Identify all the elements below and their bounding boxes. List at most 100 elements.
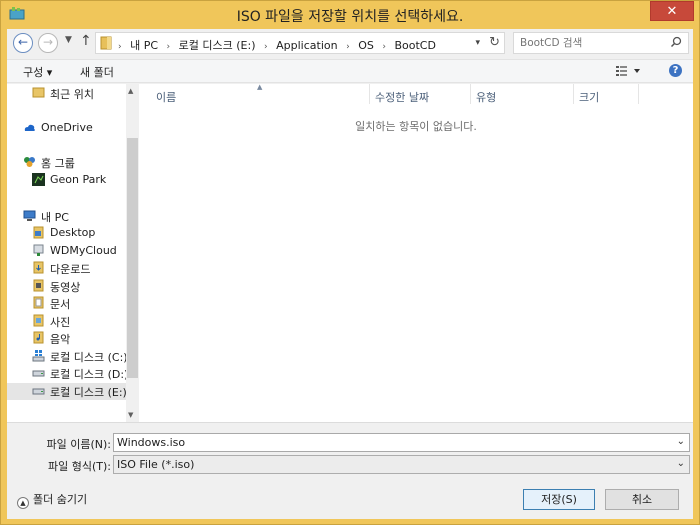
new-folder-button[interactable]: 새 폴더 xyxy=(80,64,114,80)
videos-folder-icon xyxy=(33,279,44,292)
hard-drive-icon xyxy=(32,370,45,377)
scroll-up-icon[interactable]: ▲ xyxy=(128,87,133,95)
refresh-icon[interactable]: ↻ xyxy=(489,35,500,50)
nav-item-drive-e[interactable]: 로컬 디스크 (E:) xyxy=(7,383,139,400)
breadcrumb-item[interactable]: OS xyxy=(358,39,374,52)
nav-item-label: 사진 xyxy=(50,316,71,329)
close-button[interactable]: ✕ xyxy=(650,1,694,21)
nav-item-label: 로컬 디스크 (C:) xyxy=(50,351,128,364)
filename-label: 파일 이름(N): xyxy=(46,438,112,451)
breadcrumb-item[interactable]: Application xyxy=(276,39,337,52)
nav-item-label: Desktop xyxy=(50,226,96,239)
music-folder-icon xyxy=(33,331,44,344)
nav-item-label: 최근 위치 xyxy=(50,88,94,101)
nav-item-label: 동영상 xyxy=(50,281,81,294)
onedrive-icon xyxy=(24,124,35,131)
nav-item-onedrive[interactable]: OneDrive xyxy=(7,120,127,137)
scroll-down-icon[interactable]: ▼ xyxy=(128,411,133,419)
nav-item-label: 문서 xyxy=(50,298,71,311)
chevron-down-icon[interactable]: ⌄ xyxy=(677,458,685,469)
search-input[interactable] xyxy=(520,36,660,50)
nav-item-drive-d[interactable]: 로컬 디스크 (D:) xyxy=(7,365,129,382)
chevron-down-icon[interactable]: ⌄ xyxy=(677,436,685,447)
breadcrumb-separator: › xyxy=(264,42,268,52)
desktop-folder-icon xyxy=(33,226,44,239)
filetype-select[interactable]: ISO File (*.iso) ⌄ xyxy=(113,455,690,474)
column-header-date[interactable]: 수정한 날짜 xyxy=(375,89,429,105)
nav-item-homegroup[interactable]: 홈 그룹 xyxy=(7,154,127,171)
search-box[interactable] xyxy=(513,32,689,54)
downloads-folder-icon xyxy=(33,261,44,274)
filetype-value[interactable]: ISO File (*.iso) xyxy=(117,458,194,471)
folder-icon xyxy=(100,36,112,50)
nav-item-videos[interactable]: 동영상 xyxy=(7,278,127,295)
save-dialog-window: ISO 파일을 저장할 위치를 선택하세요. ✕ ← → ▼ ↑ › 내 PC … xyxy=(0,0,700,525)
nav-item-downloads[interactable]: 다운로드 xyxy=(7,260,127,277)
nav-item-desktop[interactable]: Desktop xyxy=(7,225,127,242)
system-drive-icon xyxy=(32,350,45,362)
hard-drive-icon xyxy=(32,388,45,395)
column-header-size[interactable]: 크기 xyxy=(579,89,599,105)
command-bar: 구성 ▾ 새 폴더 ? xyxy=(7,59,693,83)
nav-scrollbar-thumb[interactable] xyxy=(127,138,138,378)
nav-item-user[interactable]: Geon Park xyxy=(7,172,127,189)
nav-item-music[interactable]: 음악 xyxy=(7,330,127,347)
breadcrumb-separator: › xyxy=(346,42,350,52)
nav-item-this-pc[interactable]: 내 PC xyxy=(7,208,127,225)
nav-item-drive-c[interactable]: 로컬 디스크 (C:) xyxy=(7,348,128,365)
nav-item-label: Geon Park xyxy=(50,173,107,186)
filename-field[interactable]: Windows.iso ⌄ xyxy=(113,433,690,452)
nav-item-label: 내 PC xyxy=(41,211,69,224)
forward-button[interactable]: → xyxy=(38,33,58,53)
pictures-folder-icon xyxy=(33,314,44,327)
back-button[interactable]: ← xyxy=(13,33,33,53)
sort-ascending-icon: ▲ xyxy=(257,83,263,91)
help-icon[interactable]: ? xyxy=(669,64,682,77)
window-title: ISO 파일을 저장할 위치를 선택하세요. xyxy=(236,9,464,25)
nav-item-label: OneDrive xyxy=(41,121,93,134)
collapse-up-icon[interactable]: ▲ xyxy=(17,497,29,509)
nav-scrollbar[interactable]: ▲ ▼ xyxy=(126,84,139,422)
breadcrumb-item[interactable]: 로컬 디스크 (E:) xyxy=(179,39,256,52)
column-divider[interactable] xyxy=(470,84,471,104)
nav-item-label: 로컬 디스크 (E:) xyxy=(50,386,127,399)
nav-item-documents[interactable]: 문서 xyxy=(7,295,127,312)
file-list[interactable]: 이름 ▲ 수정한 날짜 유형 크기 일치하는 항목이 없습니다. xyxy=(139,83,693,422)
column-divider[interactable] xyxy=(573,84,574,104)
up-arrow-icon[interactable]: ↑ xyxy=(80,33,92,49)
nav-item-wdmycloud[interactable]: WDMyCloud xyxy=(7,243,127,260)
dialog-body: ← → ▼ ↑ › 내 PC › 로컬 디스크 (E:) › Applicati… xyxy=(7,29,693,519)
this-pc-icon xyxy=(23,210,36,221)
column-divider[interactable] xyxy=(638,84,639,104)
nav-item-label: 홈 그룹 xyxy=(41,157,75,170)
address-bar[interactable]: › 내 PC › 로컬 디스크 (E:) › Application › OS … xyxy=(95,32,505,54)
breadcrumb-separator: › xyxy=(382,42,386,52)
address-dropdown-icon[interactable]: ▾ xyxy=(475,38,480,48)
recent-locations-dropdown-icon[interactable]: ▼ xyxy=(65,35,72,45)
nav-item-label: WDMyCloud xyxy=(50,244,117,257)
breadcrumb-separator: › xyxy=(166,42,171,52)
breadcrumb: › 내 PC › 로컬 디스크 (E:) › Application › OS … xyxy=(118,37,441,53)
nav-item-label: 로컬 디스크 (D:) xyxy=(50,368,129,381)
documents-folder-icon xyxy=(33,296,44,309)
network-drive-icon xyxy=(33,244,44,256)
hide-folders-toggle[interactable]: ▲ 폴더 숨기기 xyxy=(17,491,87,509)
title-bar[interactable]: ISO 파일을 저장할 위치를 선택하세요. ✕ xyxy=(1,1,699,29)
nav-item-pictures[interactable]: 사진 xyxy=(7,313,127,330)
view-options-icon[interactable] xyxy=(615,65,641,77)
search-icon[interactable] xyxy=(670,36,682,48)
column-header-name[interactable]: 이름 xyxy=(156,89,176,105)
nav-item-recent[interactable]: 최근 위치 xyxy=(7,85,127,102)
filename-value[interactable]: Windows.iso xyxy=(117,436,185,449)
breadcrumb-item[interactable]: BootCD xyxy=(394,39,435,52)
breadcrumb-item[interactable]: 내 PC xyxy=(130,39,158,52)
column-header-type[interactable]: 유형 xyxy=(476,89,496,105)
save-button[interactable]: 저장(S) xyxy=(523,489,595,510)
breadcrumb-separator: › xyxy=(118,42,122,52)
save-options-panel: 파일 이름(N): Windows.iso ⌄ 파일 형식(T): ISO Fi… xyxy=(7,422,693,519)
column-divider[interactable] xyxy=(369,84,370,104)
cancel-button[interactable]: 취소 xyxy=(605,489,679,510)
organize-menu[interactable]: 구성 ▾ xyxy=(23,64,52,80)
nav-item-label: 다운로드 xyxy=(50,263,91,276)
user-avatar-icon xyxy=(32,173,45,186)
